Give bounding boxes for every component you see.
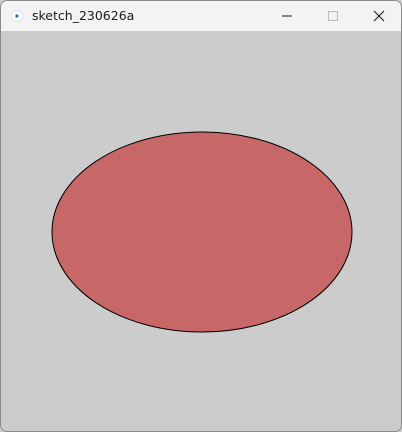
sketch-window: sketch_230626a <box>0 0 402 432</box>
maximize-icon <box>328 11 338 21</box>
sketch-drawing <box>1 31 401 431</box>
sketch-canvas[interactable] <box>1 31 401 431</box>
minimize-icon <box>282 15 292 17</box>
processing-play-icon <box>11 10 23 22</box>
maximize-button[interactable] <box>310 1 356 31</box>
ellipse-shape <box>51 131 353 333</box>
close-icon <box>373 10 385 22</box>
title-bar[interactable]: sketch_230626a <box>1 1 401 31</box>
close-button[interactable] <box>356 1 401 31</box>
minimize-button[interactable] <box>264 1 310 31</box>
window-title: sketch_230626a <box>32 8 135 23</box>
